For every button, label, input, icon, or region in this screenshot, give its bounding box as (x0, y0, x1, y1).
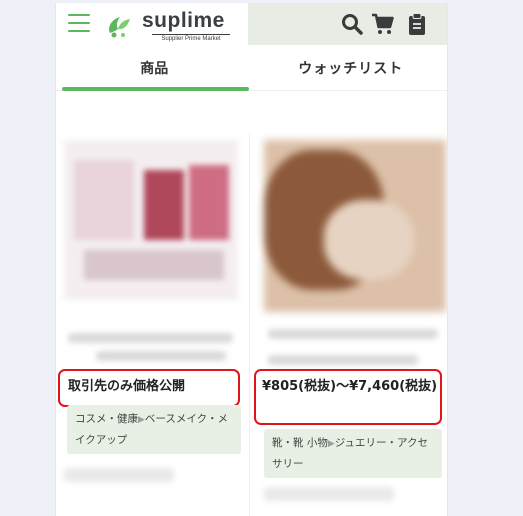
category-main-2: 靴・靴 小物 (272, 437, 328, 449)
category-tag-1[interactable]: コスメ・健康▶ベースメイク・メイクアップ (67, 405, 241, 454)
category-tag-2[interactable]: 靴・靴 小物▶ジュエリー・アクセサリー (264, 429, 442, 478)
chevron-right-icon: ▶ (138, 415, 145, 425)
app-header: suplime Supplier Prime Market (56, 3, 447, 45)
logo-subtitle: Supplier Prime Market (152, 34, 230, 42)
logo-mark-icon (109, 17, 130, 38)
column-divider (249, 133, 250, 516)
cart-icon[interactable] (371, 12, 395, 36)
tab-products[interactable]: 商品 (56, 45, 253, 91)
product-title-1-blurred (68, 333, 233, 343)
product-title-2-blurred (268, 329, 438, 339)
header-right (248, 3, 447, 45)
menu-icon[interactable] (68, 14, 90, 32)
product-title-2-blurred-line2 (268, 355, 418, 365)
product-meta-2-blurred (264, 487, 394, 501)
header-left: suplime Supplier Prime Market (56, 3, 248, 45)
highlight-box-price-1 (58, 369, 240, 407)
clipboard-icon[interactable] (405, 12, 429, 36)
chevron-right-icon: ▶ (327, 439, 335, 449)
product-title-1-blurred-line2 (96, 351, 226, 361)
product-image-1[interactable] (64, 140, 238, 300)
highlight-box-price-2 (254, 369, 442, 425)
product-meta-1-blurred (64, 468, 174, 482)
tab-bar: 商品 ウォッチリスト (56, 45, 448, 91)
search-icon[interactable] (340, 12, 364, 36)
tab-watchlist[interactable]: ウォッチリスト (253, 45, 448, 90)
phone-viewport: suplime Supplier Prime Market 商品 ウォッチリスト… (55, 3, 448, 516)
category-main-1: コスメ・健康 (75, 413, 138, 425)
product-image-2[interactable] (264, 140, 446, 312)
logo-text[interactable]: suplime (142, 9, 225, 33)
